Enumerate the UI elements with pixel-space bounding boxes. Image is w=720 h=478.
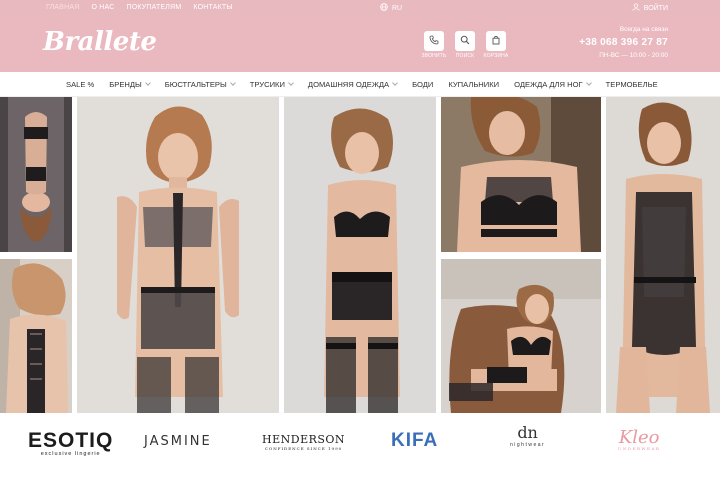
gallery-photo-black-set-stockings[interactable] [284, 97, 436, 413]
chevron-down-icon [144, 80, 151, 86]
chevron-down-icon [288, 80, 294, 86]
dn-tagline: nightwear [510, 442, 546, 448]
gallery-photo-armchair-model[interactable] [441, 259, 601, 413]
menu-item-bodysuits[interactable]: БОДИ [412, 80, 433, 89]
menu-item-label: ОДЕЖДА ДЛЯ НОГ [514, 80, 583, 89]
gallery-photo-lace-bodysuit[interactable] [606, 97, 720, 413]
kleo-wordmark: Kleo [618, 427, 660, 448]
brand-logos: ESOTIQ exclusive lingerie JASMINE HENDER… [0, 413, 720, 478]
search-icon [460, 32, 470, 50]
top-nav-about[interactable]: О НАС [92, 4, 115, 11]
menu-item-swimwear[interactable]: КУПАЛЬНИКИ [448, 80, 499, 89]
photo-gallery [0, 97, 720, 413]
top-nav-home[interactable]: ГЛАВНАЯ [46, 4, 80, 11]
menu-item-brands[interactable]: БРЕНДЫ [109, 80, 151, 89]
jasmine-wordmark: JASMINE [144, 434, 212, 449]
top-bar: ГЛАВНАЯ О НАС ПОКУПАТЕЛЯМ КОНТАКТЫ RU ВО… [0, 0, 720, 18]
henderson-wordmark: HENDERSON [262, 433, 346, 446]
esotiq-tagline: exclusive lingerie [40, 451, 101, 457]
main-menu: SALE % БРЕНДЫ БЮСТГАЛЬТЕРЫ ТРУСИКИ ДОМАШ… [0, 72, 720, 97]
menu-item-thermal[interactable]: ТЕРМОБЕЛЬЕ [606, 80, 658, 89]
gallery-photo-mesh-set[interactable] [77, 97, 279, 413]
menu-item-label: БРЕНДЫ [109, 80, 142, 89]
brand-logo-kifa[interactable]: KIFA [391, 430, 438, 452]
menu-item-legwear[interactable]: ОДЕЖДА ДЛЯ НОГ [514, 80, 592, 89]
globe-icon [380, 3, 388, 13]
menu-item-label: SALE % [66, 80, 95, 89]
menu-item-panties[interactable]: ТРУСИКИ [249, 80, 294, 89]
user-icon [632, 3, 640, 13]
phone-icon [429, 32, 439, 50]
bag-icon [491, 32, 501, 50]
gallery-photo-back-view[interactable] [0, 259, 72, 413]
cart-button[interactable] [486, 31, 506, 51]
phone-number[interactable]: +38 068 396 27 87 [579, 37, 668, 48]
contact-block: Всегда на связи +38 068 396 27 87 ПН-ВС … [579, 26, 668, 59]
kleo-tagline: UNDERWEAR [618, 446, 661, 451]
login-label: ВОЙТИ [643, 4, 668, 12]
menu-item-label: БОДИ [412, 80, 434, 89]
site-logo[interactable]: Brallete [43, 27, 157, 57]
henderson-tagline: CONFIDENCE SINCE 1990 [264, 446, 343, 451]
top-nav: ГЛАВНАЯ О НАС ПОКУПАТЕЛЯМ КОНТАКТЫ [46, 4, 233, 11]
call-button[interactable] [424, 31, 444, 51]
gallery-photo-halter-bra[interactable] [441, 97, 601, 252]
menu-item-bras[interactable]: БЮСТГАЛЬТЕРЫ [164, 80, 236, 89]
brand-logo-esotiq[interactable]: ESOTIQ exclusive lingerie [28, 429, 113, 457]
menu-item-sale[interactable]: SALE % [66, 80, 94, 89]
menu-item-label: БЮСТГАЛЬТЕРЫ [164, 80, 227, 89]
chevron-down-icon [229, 80, 236, 86]
header: Brallete ЗВОНИТЬ ПОИСК КОРЗИНА Всегда на… [0, 18, 720, 72]
menu-item-label: ДОМАШНЯЯ ОДЕЖДА [307, 80, 390, 89]
language-selector[interactable]: RU [380, 3, 402, 13]
gallery-photo-reclining-model[interactable] [0, 97, 72, 252]
kifa-wordmark: KIFA [391, 430, 439, 451]
brand-logo-dn-nightwear[interactable]: dn nightwear [510, 423, 545, 448]
language-label: RU [392, 4, 403, 12]
esotiq-wordmark: ESOTIQ [28, 429, 114, 452]
dn-wordmark: dn [517, 423, 538, 442]
top-nav-contacts[interactable]: КОНТАКТЫ [193, 4, 232, 11]
brand-logo-henderson[interactable]: HENDERSON CONFIDENCE SINCE 1990 [262, 433, 345, 451]
menu-item-label: КУПАЛЬНИКИ [448, 80, 500, 89]
working-hours: ПН-ВС — 10:00 - 20:00 [599, 52, 668, 59]
cart-label: КОРЗИНА [483, 53, 509, 59]
contact-note: Всегда на связи [619, 26, 668, 33]
chevron-down-icon [585, 80, 592, 86]
brand-logo-jasmine[interactable]: JASMINE [144, 434, 212, 449]
chevron-down-icon [392, 80, 398, 86]
top-nav-customers[interactable]: ПОКУПАТЕЛЯМ [127, 4, 182, 11]
search-button[interactable] [455, 31, 475, 51]
menu-item-homewear[interactable]: ДОМАШНЯЯ ОДЕЖДА [307, 80, 398, 89]
brand-logo-kleo[interactable]: Kleo UNDERWEAR [618, 427, 660, 451]
menu-item-label: ТЕРМОБЕЛЬЕ [605, 80, 658, 89]
menu-item-label: ТРУСИКИ [249, 80, 285, 89]
login-link[interactable]: ВОЙТИ [632, 3, 668, 13]
